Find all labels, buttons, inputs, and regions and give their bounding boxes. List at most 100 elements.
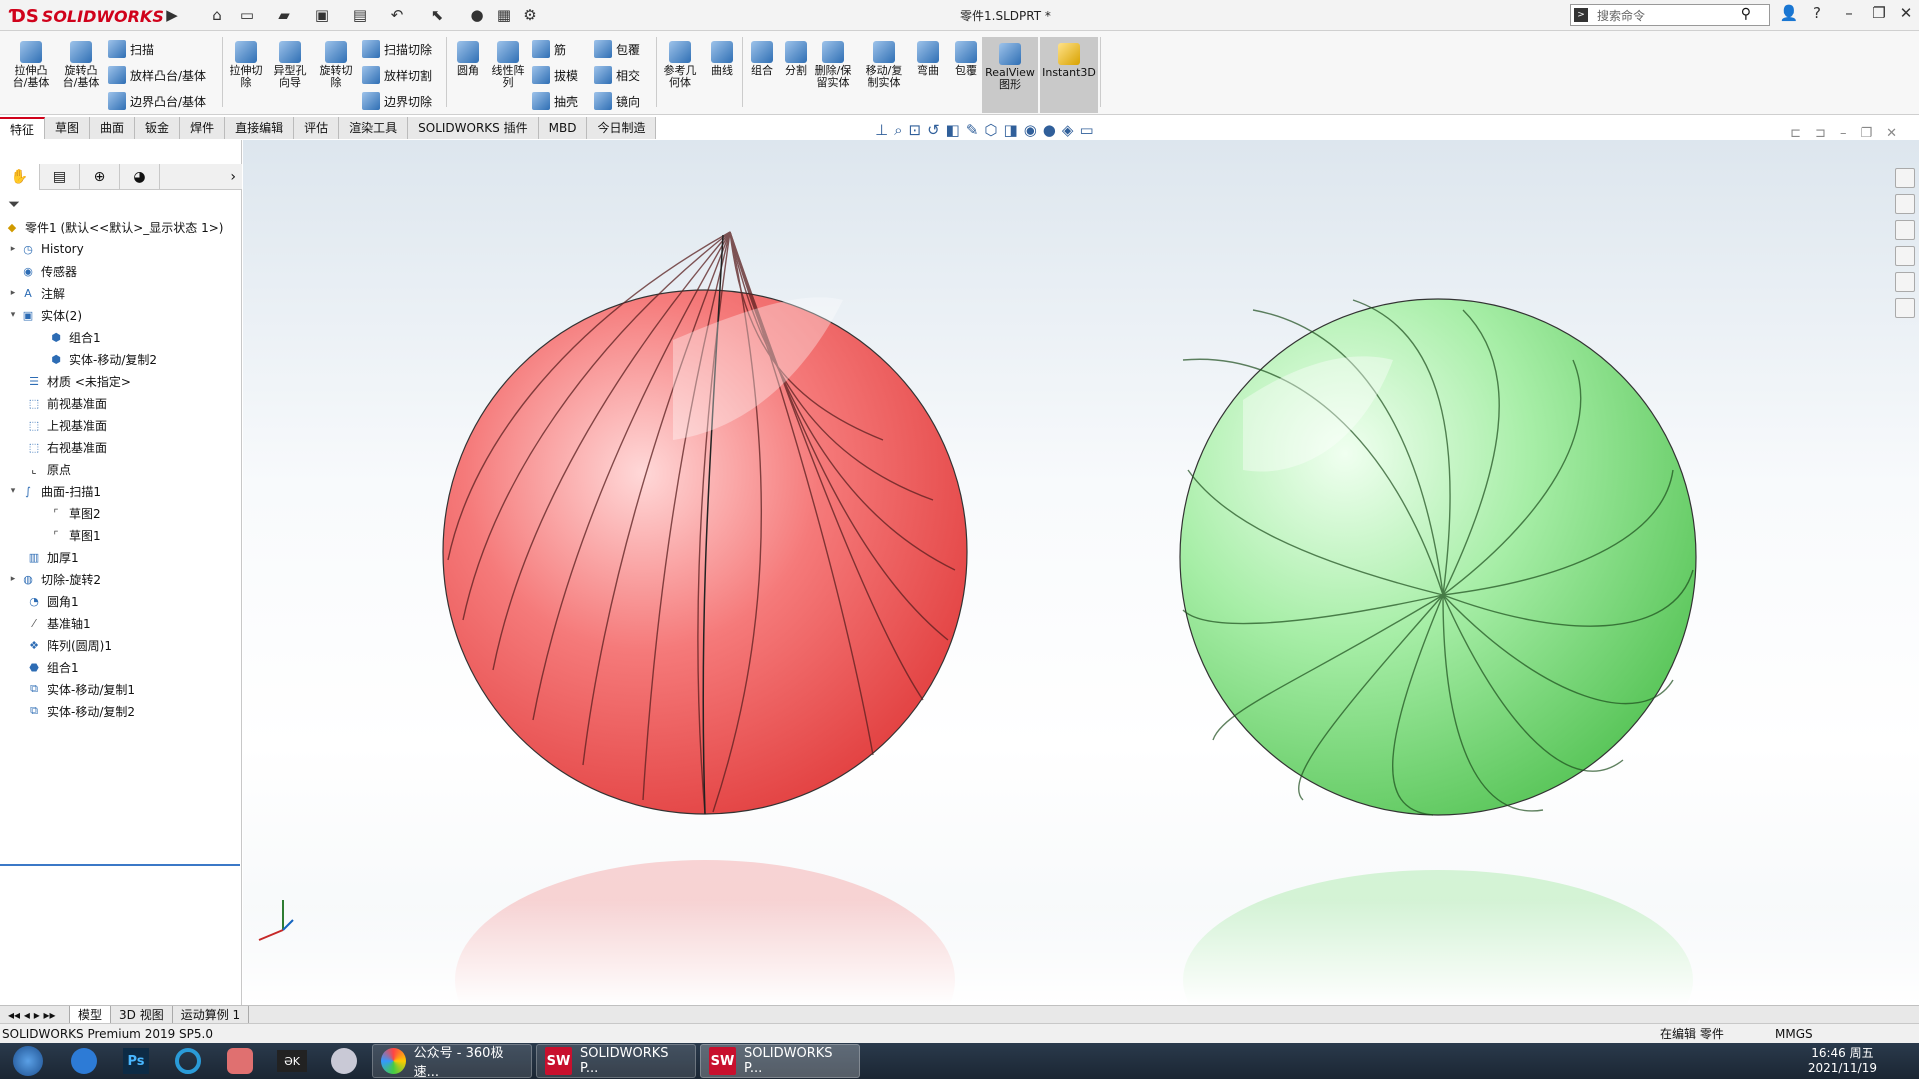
tree-item-body-move-copy2[interactable]: ⬢ 实体-移动/复制2 bbox=[0, 348, 242, 370]
curves-button[interactable]: 曲线 bbox=[704, 41, 740, 77]
display-manager-tab-icon[interactable]: ◕ bbox=[120, 164, 160, 190]
view-orientation-cube-icon[interactable]: ⬡ bbox=[984, 121, 997, 139]
dynamic-annotation-icon[interactable]: ✎ bbox=[966, 121, 979, 139]
taskbar-window-solidworks-2[interactable]: SW SOLIDWORKS P... bbox=[700, 1044, 860, 1078]
system-clock[interactable]: 16:46 周五 2021/11/19 bbox=[1808, 1046, 1877, 1076]
viewport-minimize-icon[interactable]: – bbox=[1840, 126, 1847, 141]
tree-item-annotations[interactable]: ▸ A 注解 bbox=[0, 282, 242, 304]
expand-icon[interactable]: ▸ bbox=[6, 288, 20, 298]
linear-pattern-button[interactable]: 线性阵列 bbox=[488, 41, 528, 89]
taskbar-photoshop[interactable]: Ps bbox=[112, 1044, 160, 1078]
extrude-boss-button[interactable]: 拉伸凸台/基体 bbox=[8, 41, 54, 89]
edit-appearance-icon[interactable]: ● bbox=[1043, 121, 1056, 139]
tree-item-sketch1[interactable]: ⌜ 草图1 bbox=[0, 524, 242, 546]
tab-direct-editing[interactable]: 直接编辑 bbox=[225, 117, 295, 139]
tab-render-tools[interactable]: 渲染工具 bbox=[339, 117, 409, 139]
tree-item-fillet1[interactable]: ◔ 圆角1 bbox=[0, 590, 242, 612]
realview-toggle[interactable]: RealView图形 bbox=[982, 37, 1038, 113]
filter-icon[interactable]: ⏷ bbox=[8, 195, 20, 213]
view-palette-icon[interactable] bbox=[1895, 246, 1915, 266]
tab-scroll-arrows[interactable]: ◂◂ ◂ ▸ ▸▸ bbox=[0, 1005, 70, 1024]
revolve-boss-button[interactable]: 旋转凸台/基体 bbox=[58, 41, 104, 89]
sweep-button[interactable]: 扫描 bbox=[108, 37, 154, 61]
combine-button[interactable]: 组合 bbox=[744, 41, 780, 77]
help-icon[interactable]: ? bbox=[1806, 4, 1828, 26]
custom-properties-icon[interactable] bbox=[1895, 298, 1915, 318]
design-library-icon[interactable] bbox=[1895, 194, 1915, 214]
tree-item-surface-sweep1[interactable]: ▾ ∫ 曲面-扫描1 bbox=[0, 480, 242, 502]
user-icon[interactable]: 👤 bbox=[1778, 4, 1800, 26]
mirror-button[interactable]: 镜向 bbox=[594, 89, 640, 113]
tab-sheet-metal[interactable]: 钣金 bbox=[135, 117, 181, 139]
tab-evaluate[interactable]: 评估 bbox=[294, 117, 340, 139]
tree-item-cut-revolve2[interactable]: ▸ ◍ 切除-旋转2 bbox=[0, 568, 242, 590]
tree-root[interactable]: ◆ 零件1 (默认<<默认>_显示状态 1>) bbox=[0, 216, 242, 238]
tree-item-origin[interactable]: ⌞ 原点 bbox=[0, 458, 242, 480]
previous-view-icon[interactable]: ↺ bbox=[927, 121, 940, 139]
apply-scene-icon[interactable]: ◈ bbox=[1062, 121, 1074, 139]
display-style-icon[interactable]: ◨ bbox=[1004, 121, 1018, 139]
tree-item-move-copy1[interactable]: ⧉ 实体-移动/复制1 bbox=[0, 678, 242, 700]
collapse-icon[interactable]: ▾ bbox=[6, 486, 20, 496]
tree-item-move-copy2[interactable]: ⧉ 实体-移动/复制2 bbox=[0, 700, 242, 722]
hide-show-items-icon[interactable]: ◉ bbox=[1024, 121, 1037, 139]
new-document-icon[interactable]: ▭ bbox=[235, 4, 259, 26]
taskbar-browser[interactable] bbox=[164, 1044, 212, 1078]
pane-right-icon[interactable]: ⊐ bbox=[1815, 126, 1826, 141]
traffic-light-icon[interactable]: ● bbox=[465, 4, 489, 26]
print-icon[interactable]: ▤ bbox=[348, 4, 372, 26]
view-orient-icon[interactable]: ⊥ bbox=[875, 121, 888, 139]
extrude-cut-button[interactable]: 拉伸切除 bbox=[226, 41, 266, 89]
viewport-close-icon[interactable]: ✕ bbox=[1886, 126, 1897, 141]
select-arrow-icon[interactable]: ⬉ bbox=[425, 4, 449, 26]
tree-item-material[interactable]: ☰ 材质 <未指定> bbox=[0, 370, 242, 392]
file-explorer-icon[interactable] bbox=[1895, 220, 1915, 240]
tree-item-top-plane[interactable]: ⬚ 上视基准面 bbox=[0, 414, 242, 436]
shell-button[interactable]: 抽壳 bbox=[532, 89, 578, 113]
hole-wizard-button[interactable]: 异型孔向导 bbox=[270, 41, 310, 89]
move-copy-body-button[interactable]: 移动/复制实体 bbox=[862, 41, 906, 89]
split-button[interactable]: 分割 bbox=[778, 41, 814, 77]
boundary-cut-button[interactable]: 边界切除 bbox=[362, 89, 432, 113]
property-manager-tab-icon[interactable]: ▤ bbox=[40, 164, 80, 190]
tab-model[interactable]: 模型 bbox=[70, 1005, 112, 1024]
close-button[interactable]: ✕ bbox=[1895, 4, 1917, 26]
wrap-large-button[interactable]: 包覆 bbox=[948, 41, 984, 77]
delete-keep-body-button[interactable]: 删除/保留实体 bbox=[812, 41, 854, 89]
configuration-manager-tab-icon[interactable]: ⊕ bbox=[80, 164, 120, 190]
view-settings-icon[interactable]: ▭ bbox=[1079, 121, 1093, 139]
taskbar-app-icon-4[interactable] bbox=[216, 1044, 264, 1078]
tree-item-sketch2[interactable]: ⌜ 草图2 bbox=[0, 502, 242, 524]
taskbar-window-solidworks-1[interactable]: SW SOLIDWORKS P... bbox=[536, 1044, 696, 1078]
search-icon[interactable]: ⚲ bbox=[1741, 6, 1751, 22]
tab-features[interactable]: 特征 bbox=[0, 117, 46, 139]
tree-item-right-plane[interactable]: ⬚ 右视基准面 bbox=[0, 436, 242, 458]
intersect-button[interactable]: 相交 bbox=[594, 63, 640, 87]
loft-boss-button[interactable]: 放样凸台/基体 bbox=[108, 63, 206, 87]
fillet-button[interactable]: 圆角 bbox=[450, 41, 486, 77]
tree-item-combine1[interactable]: ⬣ 组合1 bbox=[0, 656, 242, 678]
tab-surfaces[interactable]: 曲面 bbox=[90, 117, 136, 139]
collapse-icon[interactable]: ▾ bbox=[6, 310, 20, 320]
taskbar-app-icon-1[interactable] bbox=[60, 1044, 108, 1078]
rollback-bar[interactable] bbox=[0, 864, 240, 866]
tree-item-body-combine1[interactable]: ⬢ 组合1 bbox=[0, 326, 242, 348]
restore-button[interactable]: ❐ bbox=[1868, 4, 1890, 26]
tab-sketch[interactable]: 草图 bbox=[45, 117, 91, 139]
rib-button[interactable]: 筋 bbox=[532, 37, 566, 61]
feature-manager-tab-icon[interactable]: ✋ bbox=[0, 164, 40, 190]
zoom-area-icon[interactable]: ⊡ bbox=[908, 121, 921, 139]
tab-addins[interactable]: SOLIDWORKS 插件 bbox=[408, 117, 539, 139]
flex-button[interactable]: 弯曲 bbox=[910, 41, 946, 77]
tree-item-sensors[interactable]: ◉ 传感器 bbox=[0, 260, 242, 282]
tab-manufacturing[interactable]: 今日制造 bbox=[587, 117, 657, 139]
appearances-icon[interactable] bbox=[1895, 272, 1915, 292]
draft-button[interactable]: 拔模 bbox=[532, 63, 578, 87]
menu-flyout-icon[interactable]: ▶ bbox=[160, 4, 184, 26]
expand-icon[interactable]: ▸ bbox=[6, 574, 20, 584]
instant3d-toggle[interactable]: Instant3D bbox=[1040, 37, 1098, 113]
tree-item-circular-pattern1[interactable]: ❖ 阵列(圆周)1 bbox=[0, 634, 242, 656]
tab-weldments[interactable]: 焊件 bbox=[180, 117, 226, 139]
taskbar-app-icon-6[interactable] bbox=[320, 1044, 368, 1078]
pane-left-icon[interactable]: ⊏ bbox=[1790, 126, 1801, 141]
